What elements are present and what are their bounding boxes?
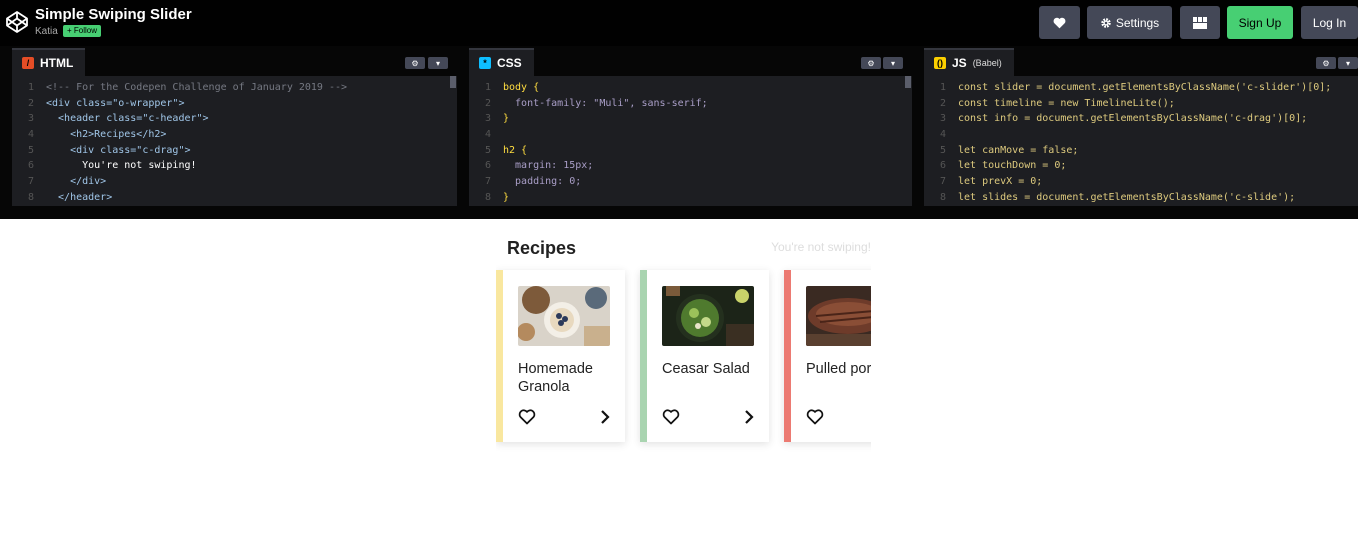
code-line: 7 </div> bbox=[27, 176, 107, 188]
html-tabbar: / HTML ⚙ ▾ bbox=[12, 48, 457, 76]
html-icon: / bbox=[22, 57, 34, 69]
code-line: 4 bbox=[484, 129, 491, 141]
settings-button[interactable]: Settings bbox=[1087, 6, 1172, 39]
code-line: 1 const slider = document.getElementsByCl… bbox=[939, 82, 1332, 93]
js-icon: () bbox=[934, 57, 946, 69]
gear-icon bbox=[1101, 17, 1111, 28]
card-stripe bbox=[784, 270, 791, 442]
css-code[interactable]: 1 body { 2 font-family: "Muli", sans-seri… bbox=[469, 80, 912, 206]
slider-wrapper: Recipes You're not swiping! Homemade Gra… bbox=[496, 219, 871, 459]
code-line: 7 let prevX = 0; bbox=[939, 176, 1043, 188]
code-line: 6 margin: 15px; bbox=[484, 160, 594, 172]
code-line: 2 font-family: "Muli", sans-serif; bbox=[484, 97, 708, 109]
code-line: 6 let touchDown = 0; bbox=[939, 160, 1067, 172]
css-editor[interactable]: * CSS ⚙ ▾ 1 body { 2 font-family: "Muli",… bbox=[469, 48, 912, 206]
code-line: 8 </header> bbox=[27, 191, 113, 203]
code-line: 4 <h2>Recipes</h2> bbox=[27, 129, 167, 141]
chevron-down-icon: ▾ bbox=[1345, 58, 1350, 68]
css-tab-label: CSS bbox=[497, 56, 522, 70]
chevron-down-icon: ▾ bbox=[435, 58, 440, 68]
heart-icon bbox=[1053, 17, 1066, 28]
editors-area: / HTML ⚙ ▾ 1 <!-- For the Codepen Challen… bbox=[0, 46, 1358, 219]
css-scrollbar[interactable] bbox=[904, 76, 912, 206]
css-icon: * bbox=[479, 57, 491, 69]
code-line: 6 You're not swiping! bbox=[27, 160, 197, 172]
js-settings-button[interactable]: ⚙ bbox=[1316, 57, 1336, 69]
author-name[interactable]: Katia bbox=[35, 26, 58, 37]
top-bar: Simple Swiping Slider Katia + Follow Set… bbox=[0, 0, 1358, 46]
code-line: 3 const info = document.getElementsByClas… bbox=[939, 113, 1308, 125]
card-stripe bbox=[496, 270, 503, 442]
layout-grid-icon bbox=[1193, 16, 1207, 29]
login-button[interactable]: Log In bbox=[1301, 6, 1358, 39]
chevron-right-icon[interactable] bbox=[744, 410, 754, 424]
codepen-logo-icon[interactable] bbox=[5, 10, 29, 34]
html-collapse-button[interactable]: ▾ bbox=[428, 57, 448, 69]
code-line: 5 <div class="c-drag"> bbox=[27, 144, 191, 156]
js-editor[interactable]: () JS (Babel) ⚙ ▾ 1 const slider = docume… bbox=[924, 48, 1358, 206]
change-view-button[interactable] bbox=[1180, 6, 1220, 39]
settings-label: Settings bbox=[1115, 15, 1160, 30]
pen-title: Simple Swiping Slider bbox=[35, 6, 192, 23]
recipe-card[interactable]: Ceasar Salad bbox=[640, 270, 769, 442]
js-collapse-button[interactable]: ▾ bbox=[1338, 57, 1358, 69]
html-editor[interactable]: / HTML ⚙ ▾ 1 <!-- For the Codepen Challen… bbox=[12, 48, 457, 206]
recipe-card[interactable]: Homemade Granola bbox=[496, 270, 625, 442]
result-preview: Recipes You're not swiping! Homemade Gra… bbox=[0, 219, 1358, 536]
signup-button[interactable]: Sign Up bbox=[1227, 6, 1293, 39]
html-scrollbar[interactable] bbox=[449, 76, 457, 206]
code-line: 7 padding: 0; bbox=[484, 176, 582, 188]
html-code[interactable]: 1 <!-- For the Codepen Challenge of Janua… bbox=[12, 80, 457, 206]
pulled-pork-image bbox=[806, 286, 871, 346]
js-tabbar: () JS (Babel) ⚙ ▾ bbox=[924, 48, 1358, 76]
granola-image bbox=[518, 286, 610, 346]
code-line: 3} bbox=[484, 113, 510, 125]
chevron-right-icon[interactable] bbox=[600, 410, 610, 424]
css-settings-button[interactable]: ⚙ bbox=[861, 57, 881, 69]
code-line: 3 <header class="c-header"> bbox=[27, 113, 209, 125]
salad-image bbox=[662, 286, 754, 346]
code-line: 5 let canMove = false; bbox=[939, 144, 1079, 156]
html-tab-label: HTML bbox=[40, 56, 74, 70]
tab-css[interactable]: * CSS bbox=[469, 48, 534, 76]
recipe-name: Pulled pork bbox=[806, 361, 871, 377]
recipe-name: Homemade Granola bbox=[518, 361, 593, 395]
code-line: 2 const timeline = new TimelineLite(); bbox=[939, 97, 1175, 109]
tab-js[interactable]: () JS (Babel) bbox=[924, 48, 1014, 76]
code-line: 2 <div class="o-wrapper"> bbox=[27, 97, 185, 109]
chevron-down-icon: ▾ bbox=[890, 58, 895, 68]
heart-outline-icon[interactable] bbox=[806, 409, 824, 425]
heart-outline-icon[interactable] bbox=[518, 409, 536, 425]
code-line: 8 let slides = document.getElementsByClas… bbox=[939, 191, 1296, 203]
love-button[interactable] bbox=[1039, 6, 1080, 39]
heart-outline-icon[interactable] bbox=[662, 409, 680, 425]
css-collapse-button[interactable]: ▾ bbox=[883, 57, 903, 69]
follow-button[interactable]: + Follow bbox=[63, 25, 102, 37]
card-stripe bbox=[640, 270, 647, 442]
css-tabbar: * CSS ⚙ ▾ bbox=[469, 48, 912, 76]
recipes-heading: Recipes bbox=[507, 238, 577, 258]
tab-html[interactable]: / HTML bbox=[12, 48, 86, 76]
js-tab-sublabel: (Babel) bbox=[972, 58, 1002, 68]
code-line: 4 bbox=[939, 129, 946, 141]
html-settings-button[interactable]: ⚙ bbox=[405, 57, 425, 69]
js-code[interactable]: 1 const slider = document.getElementsByCl… bbox=[924, 80, 1358, 206]
js-tab-label: JS bbox=[952, 56, 967, 70]
code-line: 1 <!-- For the Codepen Challenge of Janua… bbox=[27, 82, 348, 93]
recipe-card[interactable]: Pulled pork bbox=[784, 270, 871, 442]
drag-status: You're not swiping! bbox=[771, 240, 871, 254]
code-line: 1 body { bbox=[484, 82, 540, 93]
recipe-name: Ceasar Salad bbox=[662, 361, 750, 377]
code-line: 5 h2 { bbox=[484, 144, 528, 156]
code-line: 8} bbox=[484, 191, 510, 203]
